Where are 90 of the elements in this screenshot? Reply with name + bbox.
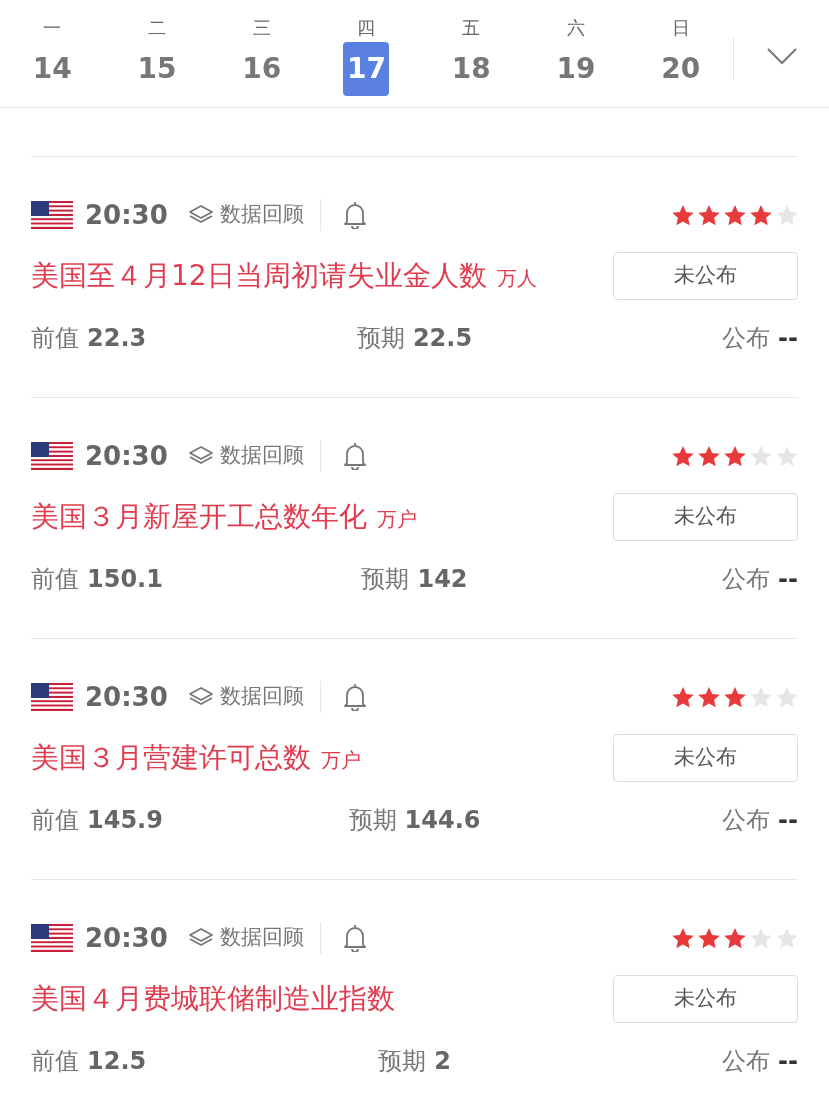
date-tab[interactable]: 20 (661, 42, 701, 96)
previous-value: 145.9 (87, 805, 163, 836)
date-tab[interactable]: 16 (242, 42, 282, 96)
actual-value: -- (778, 805, 798, 836)
forecast-label: 预期 (378, 1046, 427, 1077)
forecast-label: 预期 (361, 564, 410, 595)
status-button[interactable]: 未公布 (613, 493, 798, 541)
star-icon (724, 927, 746, 949)
star-icon (776, 445, 798, 467)
star-icon (672, 204, 694, 226)
forecast-value: 22.5 (412, 323, 473, 354)
previous-value: 12.5 (87, 1046, 147, 1077)
weekday-label: 二 (148, 16, 167, 40)
star-icon (776, 204, 798, 226)
forecast-label: 预期 (356, 323, 405, 354)
star-icon (698, 445, 720, 467)
star-icon (698, 686, 720, 708)
star-icon (724, 686, 746, 708)
layers-icon (187, 686, 214, 708)
previous-label: 前值 (31, 323, 79, 354)
star-icon (750, 204, 772, 226)
star-icon (724, 445, 746, 467)
event-unit: 万户 (377, 506, 417, 533)
event-title: 美国３月新屋开工总数年化 (31, 499, 367, 535)
bell-icon[interactable] (342, 442, 367, 470)
date-tab[interactable]: 14 (32, 42, 72, 96)
event-time: 20:30 (85, 680, 168, 714)
weekday-label: 五 (462, 16, 481, 40)
star-icon (776, 927, 798, 949)
flag-icon (31, 442, 73, 470)
layers-icon (187, 927, 214, 949)
date-tab[interactable]: 18 (451, 42, 491, 96)
data-review-link[interactable]: 数据回顾 (187, 922, 304, 954)
data-review-link[interactable]: 数据回顾 (187, 681, 304, 713)
previous-value: 150.1 (87, 564, 163, 595)
actual-label: 公布 (722, 805, 771, 836)
layers-icon (187, 204, 214, 226)
previous-label: 前值 (31, 1046, 79, 1077)
bell-icon[interactable] (342, 683, 367, 711)
data-review-link[interactable]: 数据回顾 (187, 199, 304, 231)
previous-label: 前值 (31, 564, 79, 595)
event-title: 美国４月费城联储制造业指数 (31, 981, 395, 1017)
star-icon (750, 686, 772, 708)
weekday-label: 三 (252, 16, 271, 40)
bell-icon[interactable] (342, 201, 367, 229)
data-review-link[interactable]: 数据回顾 (187, 440, 304, 472)
status-button[interactable]: 未公布 (613, 975, 798, 1023)
event-unit: 万人 (496, 265, 537, 292)
date-tab[interactable]: 15 (137, 42, 177, 96)
star-icon (698, 927, 720, 949)
date-tab[interactable]: 19 (556, 42, 596, 96)
event-unit: 万户 (321, 747, 361, 774)
flag-icon (31, 924, 73, 952)
layers-icon (187, 445, 214, 467)
star-icon (698, 204, 720, 226)
bell-icon[interactable] (342, 924, 367, 952)
weekday-label: 六 (566, 16, 585, 40)
event-title: 美国至４月12日当周初请失业金人数 (31, 258, 487, 294)
star-icon (672, 686, 694, 708)
flag-icon (31, 683, 73, 711)
chevron-down-icon[interactable] (766, 46, 798, 66)
actual-label: 公布 (722, 323, 771, 354)
actual-value: -- (778, 1046, 798, 1077)
weekday-label: 一 (43, 16, 62, 40)
actual-label: 公布 (722, 1046, 771, 1077)
flag-icon (31, 201, 73, 229)
date-tab[interactable]: 17 (343, 42, 390, 96)
status-button[interactable]: 未公布 (613, 734, 798, 782)
actual-label: 公布 (722, 564, 771, 595)
status-button[interactable]: 未公布 (613, 252, 798, 300)
forecast-label: 预期 (348, 805, 397, 836)
star-icon (776, 686, 798, 708)
previous-label: 前值 (31, 805, 79, 836)
star-icon (672, 445, 694, 467)
star-icon (724, 204, 746, 226)
event-time: 20:30 (85, 439, 168, 473)
forecast-value: 144.6 (404, 805, 481, 836)
previous-value: 22.3 (87, 323, 147, 354)
actual-value: -- (778, 564, 798, 595)
forecast-value: 2 (434, 1046, 451, 1077)
actual-value: -- (778, 323, 798, 354)
event-time: 20:30 (85, 921, 168, 955)
star-icon (672, 927, 694, 949)
event-title: 美国３月营建许可总数 (31, 740, 311, 776)
star-icon (750, 927, 772, 949)
forecast-value: 142 (417, 564, 468, 595)
weekday-label: 四 (357, 16, 376, 40)
weekday-label: 日 (671, 16, 690, 40)
star-icon (750, 445, 772, 467)
event-time: 20:30 (85, 198, 168, 232)
